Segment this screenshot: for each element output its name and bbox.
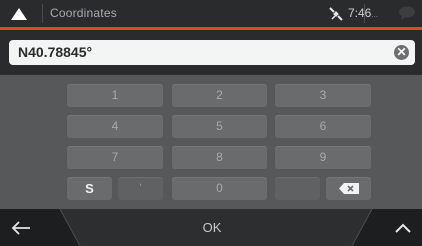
key-blank[interactable] <box>275 177 320 200</box>
back-arrow-icon[interactable] <box>10 220 32 236</box>
input-area: N40.78845° ✕ <box>0 30 422 75</box>
key-8[interactable]: 8 <box>172 146 267 169</box>
top-divider <box>42 4 43 23</box>
backspace-button[interactable] <box>326 177 371 200</box>
ok-button[interactable]: OK <box>172 209 252 246</box>
key-label: 0 <box>216 181 223 195</box>
key-5[interactable]: 5 <box>172 115 267 138</box>
speech-bubble-icon[interactable] <box>398 6 416 20</box>
close-icon: ✕ <box>396 45 407 59</box>
key-label: 5 <box>216 119 223 133</box>
top-divider-right <box>364 4 365 23</box>
satellite-icon <box>329 7 343 21</box>
key-hemisphere-s[interactable]: S <box>67 177 112 200</box>
key-apostrophe[interactable]: ' <box>118 177 163 200</box>
key-label <box>275 177 320 200</box>
top-bar: Coordinates 7:46... <box>0 0 422 27</box>
key-label: 3 <box>319 88 327 102</box>
key-label: S <box>85 181 94 196</box>
keypad: 1 2 3 4 5 6 7 8 9 S ' 0 <box>0 75 422 209</box>
chevron-up-icon[interactable] <box>394 222 412 234</box>
key-7[interactable]: 7 <box>67 146 163 169</box>
key-1[interactable]: 1 <box>67 84 163 107</box>
bottom-bar: OK <box>0 209 422 246</box>
key-0[interactable]: 0 <box>172 177 267 200</box>
key-label: 9 <box>319 150 327 164</box>
clear-input-button[interactable]: ✕ <box>394 45 409 60</box>
key-6[interactable]: 6 <box>275 115 371 138</box>
key-label: 4 <box>111 119 119 133</box>
key-9[interactable]: 9 <box>275 146 371 169</box>
coordinates-screen: Coordinates 7:46... N40.78845° ✕ 1 2 3 4… <box>0 0 422 246</box>
key-label: 8 <box>216 150 223 164</box>
menu-triangle-icon[interactable] <box>9 6 29 22</box>
key-label: 7 <box>111 150 119 164</box>
key-4[interactable]: 4 <box>67 115 163 138</box>
key-label: 6 <box>319 119 327 133</box>
key-2[interactable]: 2 <box>172 84 267 107</box>
key-label: 1 <box>111 88 119 102</box>
page-title: Coordinates <box>50 6 117 20</box>
coordinate-input[interactable]: N40.78845° ✕ <box>9 40 415 65</box>
key-label: ' <box>139 181 142 195</box>
key-label: 2 <box>216 88 223 102</box>
coordinate-value: N40.78845° <box>18 44 93 60</box>
backspace-icon <box>338 183 359 194</box>
key-3[interactable]: 3 <box>275 84 371 107</box>
